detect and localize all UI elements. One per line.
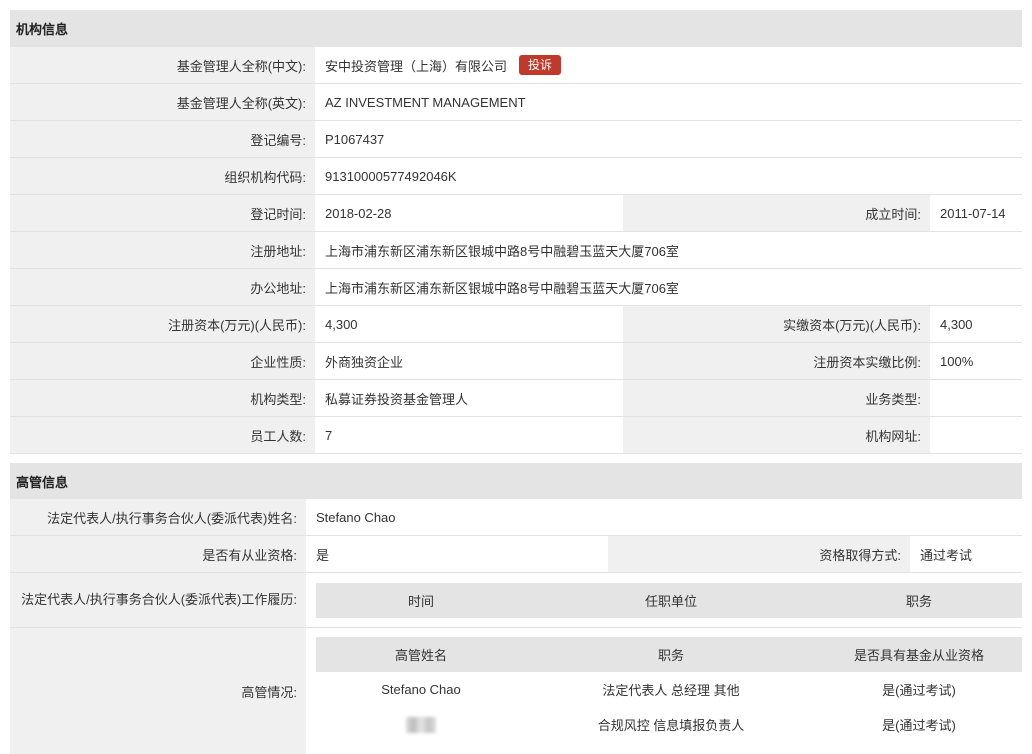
execs-cell: 高管姓名 职务 是否具有基金从业资格 Stefano Chao 法定代表人 总经… — [306, 628, 1022, 754]
row-legal-rep: 法定代表人/执行事务合伙人(委派代表)姓名: Stefano Chao — [10, 499, 1022, 536]
row-reg-no: 登记编号: P1067437 — [10, 121, 1022, 158]
website-value — [930, 417, 1022, 453]
reg-capital-label: 注册资本(万元)(人民币): — [10, 306, 315, 342]
qual-method-label: 资格取得方式: — [608, 536, 910, 572]
name-en-label: 基金管理人全称(英文): — [10, 84, 315, 120]
website-label: 机构网址: — [623, 417, 930, 453]
reg-no-label: 登记编号: — [10, 121, 315, 157]
row-name-en: 基金管理人全称(英文): AZ INVESTMENT MANAGEMENT — [10, 84, 1022, 121]
work-history-label: 法定代表人/执行事务合伙人(委派代表)工作履历: — [10, 573, 306, 627]
table-row: 合规风控 信息填报负责人 是(通过考试) — [316, 707, 1022, 742]
org-type-value: 私募证券投资基金管理人 — [315, 380, 623, 416]
name-cn-cell: 安中投资管理（上海）有限公司 投诉 — [315, 47, 930, 83]
paid-ratio-value: 100% — [930, 343, 1022, 379]
row-office-addr: 办公地址: 上海市浦东新区浦东新区银城中路8号中融碧玉蓝天大厦706室 — [10, 269, 1022, 306]
qual-method-value: 通过考试 — [910, 536, 1022, 572]
table-row: Stefano Chao 法定代表人 总经理 其他 是(通过考试) — [316, 672, 1022, 707]
blank-cell — [930, 47, 1022, 83]
exec-position: 法定代表人 总经理 其他 — [602, 683, 740, 698]
nature-value: 外商独资企业 — [315, 343, 623, 379]
reg-addr-value: 上海市浦东新区浦东新区银城中路8号中融碧玉蓝天大厦706室 — [315, 232, 1022, 268]
exec-qualified: 是(通过考试) — [882, 718, 956, 733]
row-dates: 登记时间: 2018-02-28 成立时间: 2011-07-14 — [10, 195, 1022, 232]
office-addr-value: 上海市浦东新区浦东新区银城中路8号中融碧玉蓝天大厦706室 — [315, 269, 1022, 305]
row-qualified: 是否有从业资格: 是 资格取得方式: 通过考试 — [10, 536, 1022, 573]
execs-label: 高管情况: — [10, 628, 306, 754]
org-code-label: 组织机构代码: — [10, 158, 315, 194]
reg-no-value: P1067437 — [315, 121, 1022, 157]
office-addr-label: 办公地址: — [10, 269, 315, 305]
reg-capital-value: 4,300 — [315, 306, 623, 342]
org-section-header: 机构信息 — [10, 10, 1022, 47]
exec-name-redacted — [316, 716, 526, 733]
row-staff: 员工人数: 7 机构网址: — [10, 417, 1022, 454]
execs-table-header: 高管姓名 职务 是否具有基金从业资格 — [316, 637, 1022, 672]
qualified-label: 是否有从业资格: — [10, 536, 306, 572]
paid-capital-value: 4,300 — [930, 306, 1022, 342]
qualified-value: 是 — [306, 536, 608, 572]
row-work-history: 法定代表人/执行事务合伙人(委派代表)工作履历: 时间 任职单位 职务 — [10, 573, 1022, 628]
row-capital: 注册资本(万元)(人民币): 4,300 实缴资本(万元)(人民币): 4,30… — [10, 306, 1022, 343]
staff-label: 员工人数: — [10, 417, 315, 453]
complain-button[interactable]: 投诉 — [519, 55, 562, 75]
work-history-header-time: 时间 — [407, 593, 434, 609]
biz-type-value — [930, 380, 1022, 416]
work-history-header-position: 职务 — [905, 593, 932, 609]
blank-cell — [930, 84, 1022, 120]
work-history-cell: 时间 任职单位 职务 — [306, 573, 1022, 627]
exec-section-title: 高管信息 — [16, 474, 69, 490]
name-en-value: AZ INVESTMENT MANAGEMENT — [315, 84, 930, 120]
execs-header-position: 职务 — [657, 648, 684, 663]
execs-header-qualified: 是否具有基金从业资格 — [853, 648, 984, 663]
nature-label: 企业性质: — [10, 343, 315, 379]
row-execs: 高管情况: 高管姓名 职务 是否具有基金从业资格 Stefano Chao 法定… — [10, 628, 1022, 754]
org-section-title: 机构信息 — [16, 22, 69, 37]
org-code-value: 91310000577492046K — [315, 158, 1022, 194]
row-name-cn: 基金管理人全称(中文): 安中投资管理（上海）有限公司 投诉 — [10, 47, 1022, 84]
staff-value: 7 — [315, 417, 623, 453]
name-cn-label: 基金管理人全称(中文): — [10, 47, 315, 83]
row-org-code: 组织机构代码: 91310000577492046K — [10, 158, 1022, 195]
exec-position: 合规风控 信息填报负责人 — [597, 718, 745, 733]
work-history-header-unit: 任职单位 — [644, 593, 697, 609]
row-reg-addr: 注册地址: 上海市浦东新区浦东新区银城中路8号中融碧玉蓝天大厦706室 — [10, 232, 1022, 269]
biz-type-label: 业务类型: — [623, 380, 930, 416]
paid-ratio-label: 注册资本实缴比例: — [623, 343, 930, 379]
exec-qualified: 是(通过考试) — [882, 683, 956, 698]
legal-rep-value: Stefano Chao — [306, 499, 1022, 535]
row-nature: 企业性质: 外商独资企业 注册资本实缴比例: 100% — [10, 343, 1022, 380]
execs-header-name: 高管姓名 — [394, 648, 447, 663]
row-org-type: 机构类型: 私募证券投资基金管理人 业务类型: — [10, 380, 1022, 417]
legal-rep-label: 法定代表人/执行事务合伙人(委派代表)姓名: — [10, 499, 306, 535]
reg-date-value: 2018-02-28 — [315, 195, 623, 231]
found-date-label: 成立时间: — [623, 195, 930, 231]
found-date-value: 2011-07-14 — [930, 195, 1022, 231]
work-history-table-header: 时间 任职单位 职务 — [316, 582, 1022, 618]
redacted-name-blur — [406, 716, 436, 733]
name-cn-value: 安中投资管理（上海）有限公司 — [325, 58, 508, 74]
org-type-label: 机构类型: — [10, 380, 315, 416]
exec-name: Stefano Chao — [381, 682, 461, 697]
reg-addr-label: 注册地址: — [10, 232, 315, 268]
exec-section-header: 高管信息 — [10, 463, 1022, 499]
reg-date-label: 登记时间: — [10, 195, 315, 231]
paid-capital-label: 实缴资本(万元)(人民币): — [623, 306, 930, 342]
